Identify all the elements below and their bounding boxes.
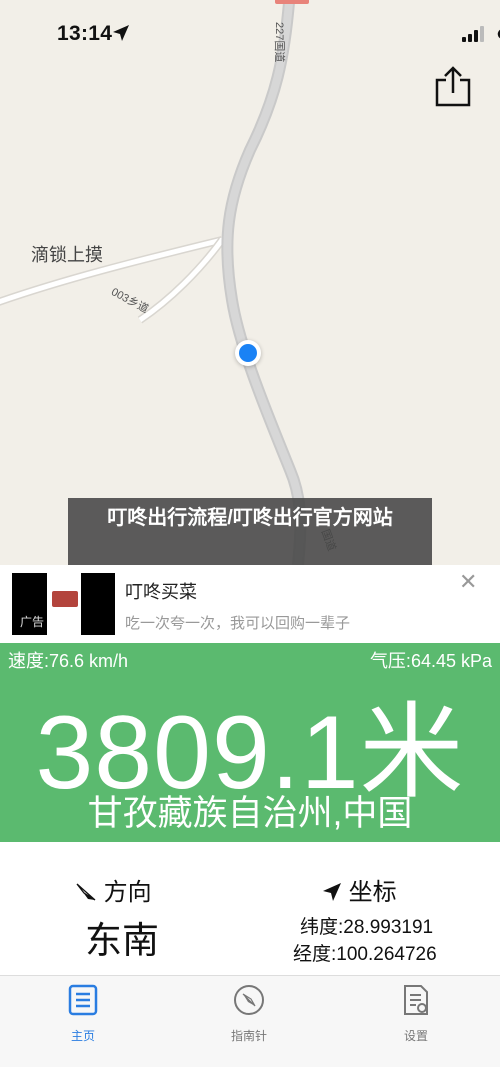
road-227-label: 227国道 [273,22,285,63]
status-bar: 13:14 [0,0,500,70]
coordinates-heading: 坐标 [322,872,397,907]
ad-title[interactable]: 叮咚买菜 [125,578,197,604]
tab-compass-label: 指南针 [230,1029,267,1043]
watermark-title: 叮咚出行流程/叮咚出行官方网站 [68,498,432,566]
region-label: 甘孜藏族自治州,中国 [87,794,413,833]
current-location-dot [235,340,261,366]
map-view[interactable]: 13:14 滴锁上摸 227国道 003乡道 [0,0,500,565]
ad-banner[interactable]: 广告 叮咚买菜 吃一次夸一次，我可以回购一辈子 ✕ [0,565,500,643]
coordinates-heading-text: 坐标 [348,879,397,906]
map-place-label: 滴锁上摸 [31,245,103,265]
latitude-value: 纬度:28.993191 [300,917,434,938]
tab-home-label: 主页 [70,1029,95,1043]
status-time: 13:14 [57,22,113,45]
signal-icon [462,26,484,42]
compass-icon [233,985,265,1020]
longitude-value: 经度:100.264726 [293,944,437,965]
close-icon[interactable]: ✕ [459,569,477,595]
altitude-panel: 速度:76.6 km/h 气压:64.45 kPa 3809.1米 甘孜藏族自治… [0,643,500,842]
direction-value: 东南 [85,920,159,961]
list-icon [68,984,98,1020]
tab-compass[interactable]: 指南针 [209,984,289,1044]
tab-settings-label: 设置 [403,1029,428,1043]
tab-settings[interactable]: 设置 [376,984,456,1044]
tab-home[interactable]: 主页 [43,984,123,1044]
ad-subtitle: 吃一次夸一次，我可以回购一辈子 [125,615,351,632]
map-roads [0,0,309,565]
info-panel: 方向 东南 坐标 纬度:28.993191 经度:100.264726 [0,842,500,975]
ad-badge: 广告 [20,615,45,629]
direction-heading: 方向 [75,872,152,907]
settings-doc-icon [401,985,431,1020]
tab-bar: 主页 指南针 设置 [0,975,500,1067]
location-arrow-icon [322,879,349,906]
direction-heading-text: 方向 [103,879,152,906]
compass-needle-icon [75,879,104,906]
